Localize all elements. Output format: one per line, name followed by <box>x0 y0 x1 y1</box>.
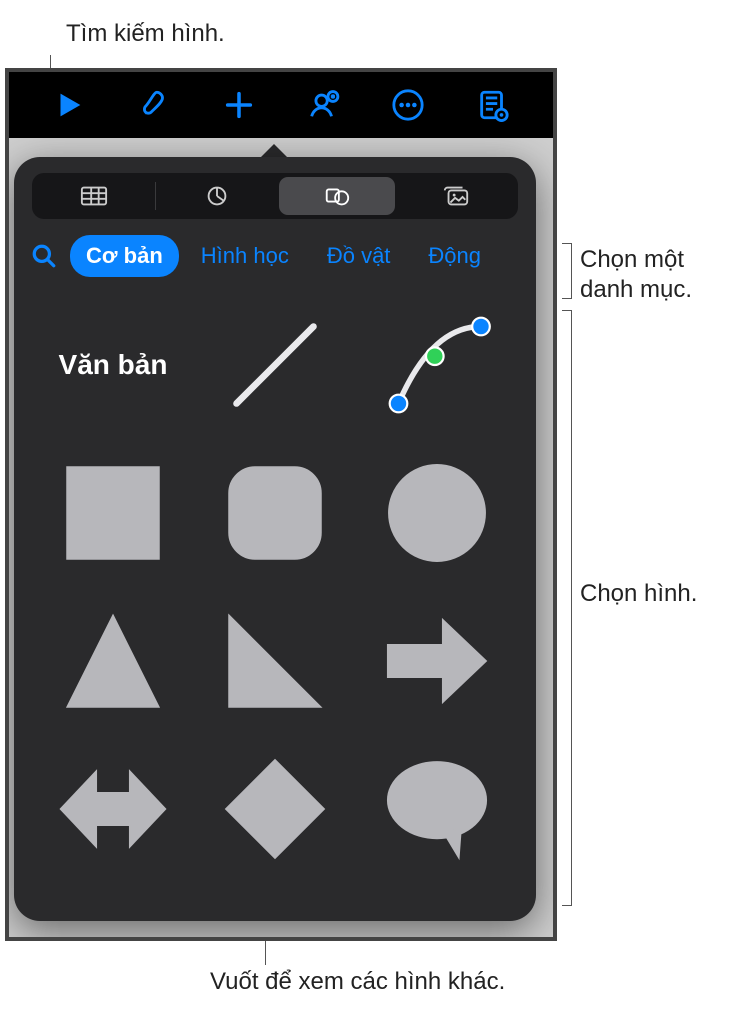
shape-square[interactable] <box>44 453 182 573</box>
presenter-notes-icon[interactable] <box>476 88 510 122</box>
text-shape-label: Văn bản <box>59 349 168 381</box>
more-icon[interactable] <box>391 88 425 122</box>
callout-text: Chọn một <box>580 246 684 273</box>
brush-icon[interactable] <box>137 88 171 122</box>
insert-popover: Cơ bản Hình học Đồ vật Động Văn bản <box>14 157 536 921</box>
divider <box>155 182 156 210</box>
plus-icon[interactable] <box>222 88 256 122</box>
media-tab[interactable] <box>398 177 514 215</box>
shapes-grid: Văn bản <box>14 287 536 921</box>
shapes-tab[interactable] <box>279 177 395 215</box>
category-animals[interactable]: Động <box>412 235 497 277</box>
category-geometric[interactable]: Hình học <box>185 235 305 277</box>
category-row: Cơ bản Hình học Đồ vật Động <box>14 229 536 287</box>
callout-choose-category: Chọn một danh mục. <box>580 245 692 305</box>
shape-text[interactable]: Văn bản <box>44 305 182 425</box>
tables-tab[interactable] <box>36 177 152 215</box>
shape-rounded-square[interactable] <box>206 453 344 573</box>
shape-line[interactable] <box>206 305 344 425</box>
shape-right-triangle[interactable] <box>206 601 344 721</box>
shape-star[interactable] <box>368 897 506 921</box>
shape-curve[interactable] <box>368 305 506 425</box>
collaborate-icon[interactable] <box>306 88 340 122</box>
shape-double-arrow[interactable] <box>44 749 182 869</box>
callout-swipe-more: Vuốt để xem các hình khác. <box>210 968 505 996</box>
shape-callout-rect[interactable] <box>44 897 182 921</box>
callout-bracket <box>562 243 572 299</box>
insert-type-segmented-control <box>32 173 518 219</box>
app-window: Cơ bản Hình học Đồ vật Động Văn bản <box>5 68 557 941</box>
shape-diamond[interactable] <box>206 749 344 869</box>
callout-choose-shape: Chọn hình. <box>580 580 697 608</box>
callout-search-shapes: Tìm kiếm hình. <box>66 20 225 48</box>
play-icon[interactable] <box>52 88 86 122</box>
shape-triangle[interactable] <box>44 601 182 721</box>
charts-tab[interactable] <box>159 177 275 215</box>
shape-pentagon[interactable] <box>206 897 344 921</box>
category-basic[interactable]: Cơ bản <box>70 235 179 277</box>
callout-bracket <box>562 310 572 906</box>
callout-text: danh mục. <box>580 276 692 303</box>
shape-circle[interactable] <box>368 453 506 573</box>
search-icon[interactable] <box>24 236 64 276</box>
shape-arrow-right[interactable] <box>368 601 506 721</box>
main-toolbar <box>9 72 553 138</box>
category-objects[interactable]: Đồ vật <box>311 235 407 277</box>
shape-speech-bubble[interactable] <box>368 749 506 869</box>
